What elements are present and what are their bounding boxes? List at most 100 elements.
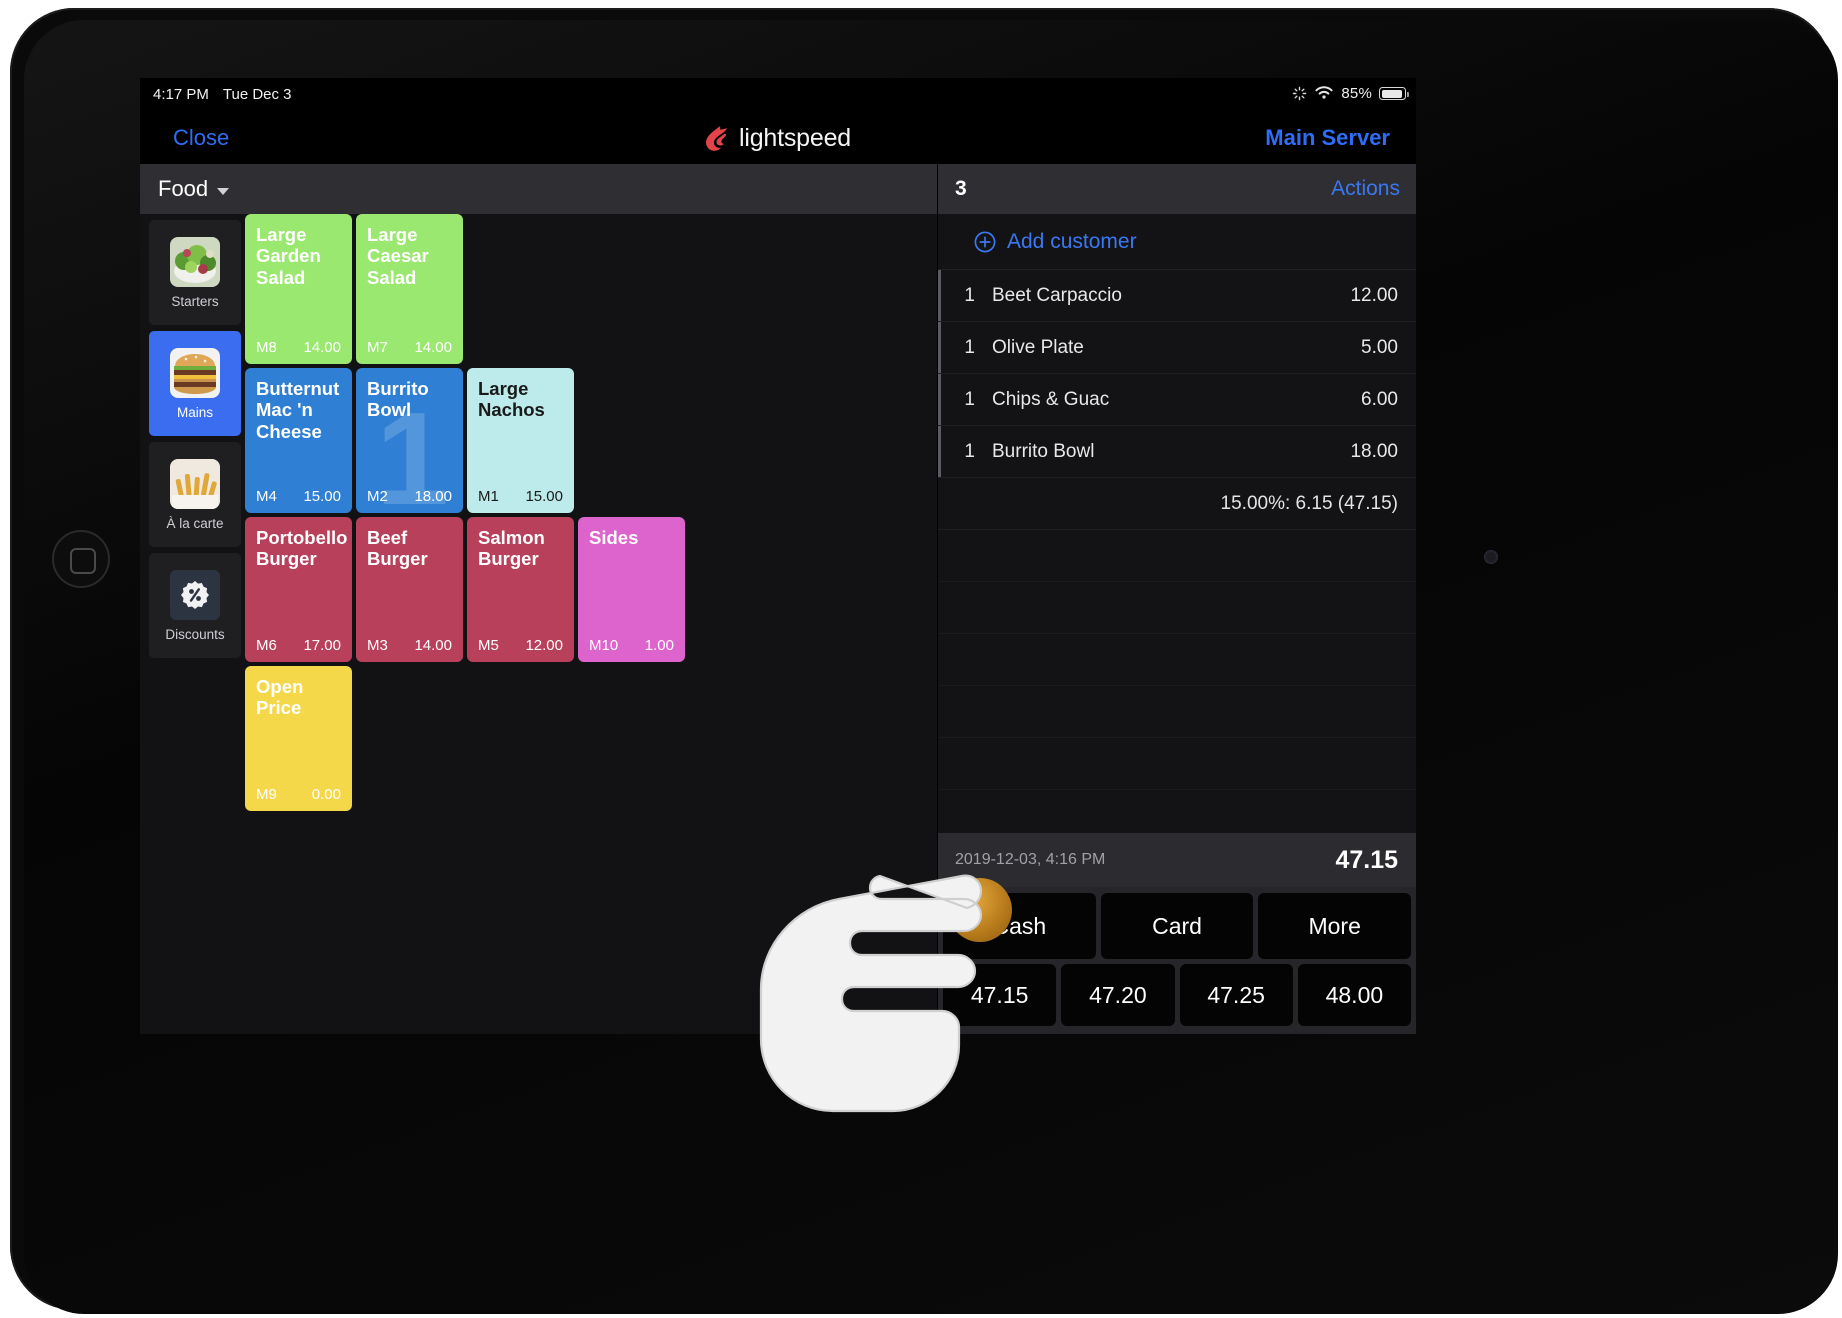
quick-amount-row: 47.15 47.20 47.25 48.00 bbox=[943, 964, 1411, 1026]
order-item-name: Beet Carpaccio bbox=[992, 284, 1122, 306]
order-empty-row bbox=[938, 738, 1416, 790]
product-tile[interactable]: Salmon Burger M5 12.00 bbox=[467, 517, 574, 662]
spinner-icon bbox=[1293, 86, 1307, 101]
tile-footer: M1 15.00 bbox=[478, 488, 563, 505]
battery-icon bbox=[1379, 87, 1409, 100]
tile-name: Large Garden Salad bbox=[256, 224, 321, 288]
order-item-name: Olive Plate bbox=[992, 336, 1084, 358]
tile-price: 14.00 bbox=[303, 339, 341, 356]
order-item-qty: 1 bbox=[964, 388, 975, 410]
tile-code: M9 bbox=[256, 786, 277, 803]
front-camera-icon bbox=[1484, 550, 1498, 564]
category-label: À la carte bbox=[166, 515, 224, 531]
product-tile[interactable]: Open Price M9 0.00 bbox=[245, 666, 352, 811]
discount-badge-icon bbox=[170, 569, 220, 620]
status-date: Tue Dec 3 bbox=[222, 86, 292, 103]
product-tile[interactable]: Portobello Burger M6 17.00 bbox=[245, 517, 352, 662]
order-header: 3 Actions bbox=[938, 164, 1416, 214]
tile-price: 14.00 bbox=[414, 339, 452, 356]
tile-code: M3 bbox=[367, 637, 388, 654]
product-tile[interactable]: Large Garden Salad M8 14.00 bbox=[245, 214, 352, 364]
quick-amount-button[interactable]: 47.25 bbox=[1179, 964, 1293, 1026]
product-tile[interactable]: Beef Burger M3 14.00 bbox=[356, 517, 463, 662]
main-server-button[interactable]: Main Server bbox=[1265, 125, 1390, 151]
product-tile[interactable]: Butternut Mac 'n Cheese M4 15.00 bbox=[245, 368, 352, 513]
product-tile[interactable]: Large Nachos M1 15.00 bbox=[467, 368, 574, 513]
ios-status-bar: 4:17 PM Tue Dec 3 85% bbox=[140, 78, 1416, 112]
order-item-price: 12.00 bbox=[1350, 284, 1398, 306]
quick-amount-button[interactable]: 47.20 bbox=[1061, 964, 1175, 1026]
chevron-down-icon bbox=[217, 187, 230, 195]
order-total-bar: 2019-12-03, 4:16 PM 47.15 bbox=[938, 833, 1416, 887]
tile-footer: M9 0.00 bbox=[256, 786, 341, 803]
app-nav-bar: Close lightspeed Main Server bbox=[140, 112, 1416, 164]
tile-code: M4 bbox=[256, 488, 277, 505]
tile-price: 1.00 bbox=[644, 637, 674, 654]
order-item-price: 5.00 bbox=[1361, 336, 1398, 358]
product-tile[interactable]: Large Caesar Salad M7 14.00 bbox=[356, 214, 463, 364]
tile-footer: M8 14.00 bbox=[256, 339, 341, 356]
product-tile[interactable]: Sides M10 1.00 bbox=[578, 517, 685, 662]
fries-photo-icon bbox=[170, 458, 220, 509]
tile-name: Sides bbox=[589, 527, 639, 548]
tax-row: 15.00%: 6.15 (47.15) bbox=[938, 478, 1416, 530]
order-item-row[interactable]: 1 Chips & Guac 6.00 bbox=[938, 374, 1416, 426]
order-item-price: 18.00 bbox=[1350, 440, 1398, 462]
tile-name: Burrito Bowl bbox=[367, 378, 429, 421]
tile-code: M2 bbox=[367, 488, 388, 505]
order-item-name: Burrito Bowl bbox=[992, 440, 1095, 462]
order-item-row[interactable]: 1 Olive Plate 5.00 bbox=[938, 322, 1416, 374]
category-mains[interactable]: Mains bbox=[149, 331, 241, 436]
tile-name: Salmon Burger bbox=[478, 527, 545, 570]
tile-name: Portobello Burger bbox=[256, 527, 348, 570]
tile-code: M5 bbox=[478, 637, 499, 654]
tile-footer: M7 14.00 bbox=[367, 339, 452, 356]
tile-code: M6 bbox=[256, 637, 277, 654]
category-discounts[interactable]: Discounts bbox=[149, 553, 241, 658]
status-time: 4:17 PM bbox=[153, 86, 209, 103]
product-tile[interactable]: 1 Burrito Bowl M2 18.00 bbox=[356, 368, 463, 513]
plus-circle-icon bbox=[974, 231, 996, 252]
order-item-qty: 1 bbox=[964, 336, 975, 358]
tile-code: M8 bbox=[256, 339, 277, 356]
category-label: Starters bbox=[171, 293, 219, 309]
lightspeed-logo: lightspeed bbox=[705, 124, 851, 153]
hand-pointer-icon bbox=[759, 874, 983, 1113]
order-item-row[interactable]: 1 Burrito Bowl 18.00 bbox=[938, 426, 1416, 478]
order-item-row[interactable]: 1 Beet Carpaccio 12.00 bbox=[938, 270, 1416, 322]
tax-line: 15.00%: 6.15 (47.15) bbox=[1220, 492, 1398, 514]
menu-dropdown[interactable]: Food bbox=[158, 176, 230, 202]
tile-price: 18.00 bbox=[414, 488, 452, 505]
product-toolbar: Food bbox=[140, 164, 937, 214]
order-number: 3 bbox=[955, 177, 967, 200]
tile-code: M7 bbox=[367, 339, 388, 356]
category-starters[interactable]: Starters bbox=[149, 220, 241, 325]
actions-button[interactable]: Actions bbox=[1331, 177, 1400, 201]
order-item-qty: 1 bbox=[964, 440, 975, 462]
order-total: 47.15 bbox=[1335, 845, 1398, 874]
order-empty-space bbox=[938, 530, 1416, 833]
menu-dropdown-label: Food bbox=[158, 176, 209, 201]
screenshot-root: 4:17 PM Tue Dec 3 85% Close lightspeed M… bbox=[0, 0, 1842, 1318]
payment-method-card-button[interactable]: Card bbox=[1100, 893, 1254, 959]
status-bar-left: 4:17 PM Tue Dec 3 bbox=[153, 86, 292, 103]
tile-price: 17.00 bbox=[303, 637, 341, 654]
category-a-la-carte[interactable]: À la carte bbox=[149, 442, 241, 547]
order-item-price: 6.00 bbox=[1361, 388, 1398, 410]
order-empty-row bbox=[938, 582, 1416, 634]
add-customer-button[interactable]: Add customer bbox=[938, 214, 1416, 270]
tile-footer: M2 18.00 bbox=[367, 488, 452, 505]
tile-footer: M5 12.00 bbox=[478, 637, 563, 654]
tile-footer: M6 17.00 bbox=[256, 637, 341, 654]
tile-name: Beef Burger bbox=[367, 527, 428, 570]
burger-photo-icon bbox=[170, 347, 220, 398]
category-label: Mains bbox=[176, 404, 213, 420]
tile-price: 12.00 bbox=[525, 637, 563, 654]
payment-method-more-button[interactable]: More bbox=[1258, 893, 1412, 959]
quick-amount-button[interactable]: 48.00 bbox=[1297, 964, 1411, 1026]
order-item-name: Chips & Guac bbox=[992, 388, 1110, 410]
order-empty-row bbox=[938, 530, 1416, 582]
close-button[interactable]: Close bbox=[173, 125, 229, 151]
home-button[interactable] bbox=[52, 530, 110, 588]
add-customer-label: Add customer bbox=[1007, 229, 1137, 253]
